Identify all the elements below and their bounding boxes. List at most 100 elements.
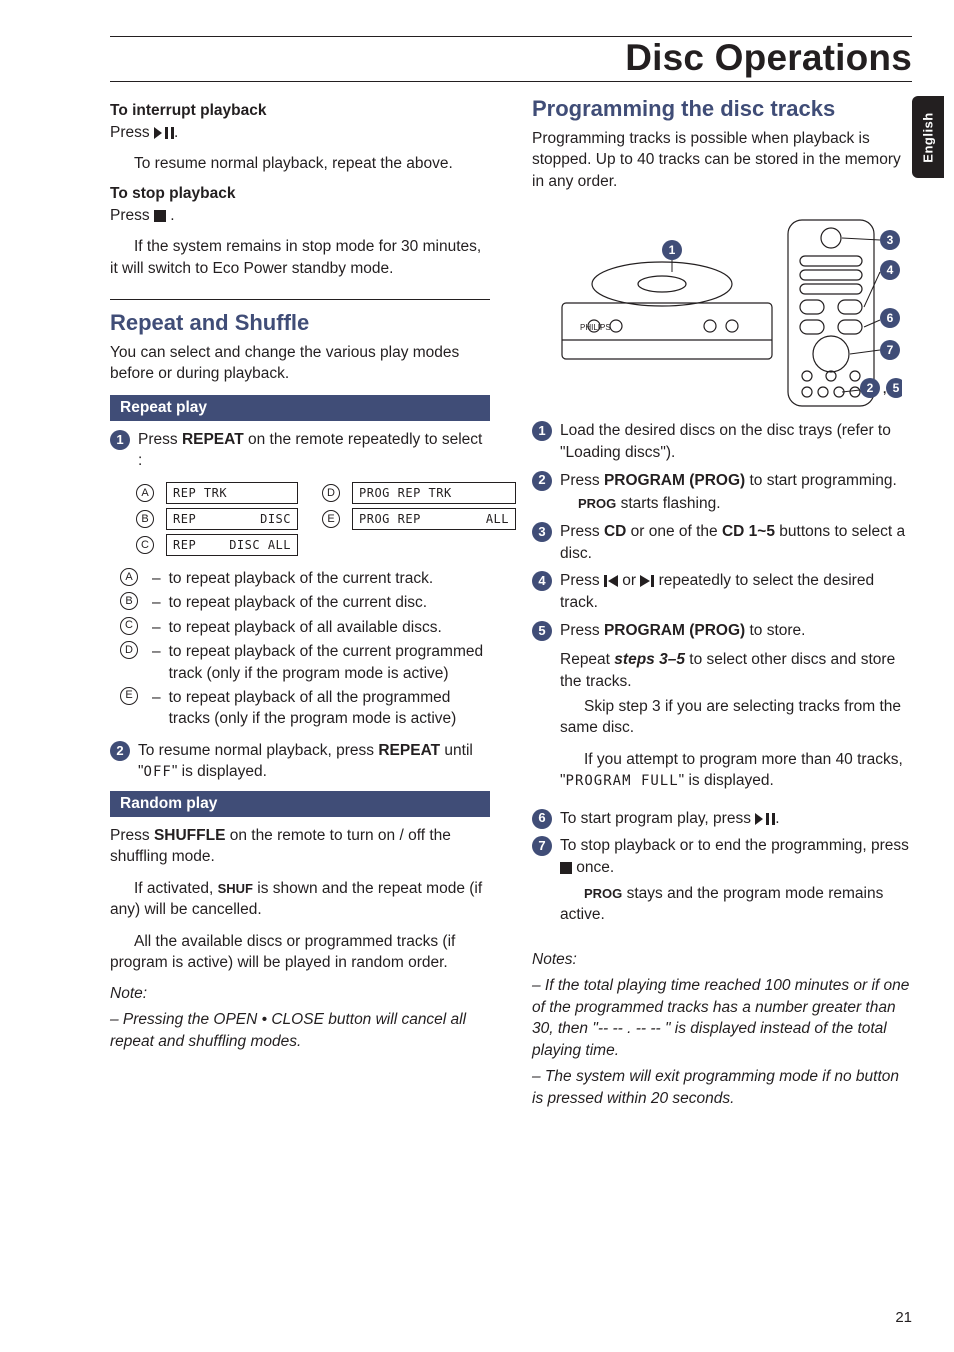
programming-heading: Programming the disc tracks bbox=[532, 96, 912, 122]
s6-a: To start program play, press bbox=[560, 810, 755, 827]
s5-a: Press bbox=[560, 622, 604, 639]
rs-intro: You can select and change the various pl… bbox=[110, 342, 490, 385]
stop-press: Press . bbox=[110, 205, 490, 226]
random-p1-a: Press bbox=[110, 827, 154, 844]
svg-text:4: 4 bbox=[887, 263, 894, 277]
columns: To interrupt playback Press . To resume … bbox=[110, 96, 912, 1113]
left-note-heading: Note: bbox=[110, 983, 490, 1005]
right-notes-heading: Notes: bbox=[532, 949, 912, 971]
title-underline bbox=[110, 81, 912, 82]
repeat-step-1: 1 Press REPEAT on the remote repeatedly … bbox=[110, 429, 490, 472]
opt-A-letter: A bbox=[136, 484, 154, 502]
s5-c: to store. bbox=[745, 622, 805, 639]
disp-C-box: REPDISC ALL bbox=[166, 534, 298, 556]
svg-text:PHILIPS: PHILIPS bbox=[580, 323, 611, 332]
random-p3-text: All the available discs or programmed tr… bbox=[110, 931, 490, 974]
svg-text:,: , bbox=[883, 382, 886, 396]
s4-a: Press bbox=[560, 572, 604, 589]
step-bullet-5r: 5 bbox=[532, 621, 552, 641]
s7-sub-sc: PROG bbox=[584, 886, 622, 901]
interrupt-p2: To resume normal playback, repeat the ab… bbox=[110, 153, 490, 174]
next-icon bbox=[640, 575, 654, 587]
s2-a: Press bbox=[560, 472, 604, 489]
display-col-right: DPROG REP TRK EPROG REPALL bbox=[322, 482, 516, 556]
prog-step4-body: Press or repeatedly to select the desire… bbox=[560, 570, 912, 613]
opt-B-letter: B bbox=[136, 510, 154, 528]
prog-step-3: 3 Press CD or one of the CD 1~5 buttons … bbox=[532, 521, 912, 564]
display-col-left: AREP TRK BREPDISC CREPDISC ALL bbox=[136, 482, 298, 556]
opt-C-text: to repeat playback of all available disc… bbox=[169, 617, 490, 638]
random-p2-sc: SHUF bbox=[218, 881, 253, 896]
random-p1-b: SHUFFLE bbox=[154, 827, 225, 844]
interrupt-heading: To interrupt playback bbox=[110, 102, 490, 120]
disp-C: C REPDISC ALL bbox=[136, 534, 298, 556]
disp-B: B REPDISC bbox=[136, 508, 298, 530]
prog-step7-body: To stop playback or to end the programmi… bbox=[560, 835, 912, 935]
stop-p2-text: If the system remains in stop mode for 3… bbox=[110, 236, 490, 279]
opt-D: D–to repeat playback of the current prog… bbox=[120, 641, 490, 684]
step-bullet-1: 1 bbox=[110, 430, 130, 450]
repeat-step-2-list: 2 To resume normal playback, press REPEA… bbox=[110, 740, 490, 783]
opt-E-mark: E bbox=[120, 687, 138, 705]
s7-b: once. bbox=[572, 859, 614, 876]
repeat-step2-a: To resume normal playback, press bbox=[138, 742, 378, 759]
stop-press-pre: Press bbox=[110, 207, 154, 224]
prog-step-2: 2 Press PROGRAM (PROG) to start programm… bbox=[532, 470, 912, 515]
interrupt-press-pre: Press bbox=[110, 124, 154, 141]
repeat-step1-body: Press REPEAT on the remote repeatedly to… bbox=[138, 429, 490, 472]
opt-B-text: to repeat playback of the current disc. bbox=[169, 592, 490, 613]
disp-E-l: PROG REP bbox=[359, 512, 421, 526]
step-bullet-2r: 2 bbox=[532, 471, 552, 491]
disp-E: EPROG REPALL bbox=[322, 508, 516, 530]
s2-c: to start programming. bbox=[745, 472, 897, 489]
random-play-bar: Random play bbox=[110, 791, 490, 817]
prog-step5-body: Press PROGRAM (PROG) to store. Repeat st… bbox=[560, 620, 912, 802]
repeat-shuffle-heading: Repeat and Shuffle bbox=[110, 310, 490, 336]
s2-sub-sc: PROG bbox=[578, 496, 616, 511]
repeat-step1-b: REPEAT bbox=[182, 431, 244, 448]
svg-text:3: 3 bbox=[887, 233, 894, 247]
opt-C: C–to repeat playback of all available di… bbox=[120, 617, 490, 638]
stop-press-tail: . bbox=[166, 207, 175, 224]
s3-c: or one of the bbox=[626, 523, 722, 540]
s7-a: To stop playback or to end the programmi… bbox=[560, 837, 909, 854]
prog-step-7: 7 To stop playback or to end the program… bbox=[532, 835, 912, 935]
stop-heading: To stop playback bbox=[110, 185, 490, 203]
programming-intro: Programming tracks is possible when play… bbox=[532, 128, 912, 192]
step-bullet-3r: 3 bbox=[532, 522, 552, 542]
left-column: To interrupt playback Press . To resume … bbox=[110, 96, 490, 1113]
opt-E-text: to repeat playback of all the programmed… bbox=[169, 687, 490, 730]
play-pause-icon-2 bbox=[755, 813, 775, 825]
disp-B-box: REPDISC bbox=[166, 508, 298, 530]
svg-text:7: 7 bbox=[887, 343, 894, 357]
step-bullet-1r: 1 bbox=[532, 421, 552, 441]
random-p2: If activated, SHUF is shown and the repe… bbox=[110, 878, 490, 921]
interrupt-press: Press . bbox=[110, 122, 490, 143]
opt-C-letter: C bbox=[136, 536, 154, 554]
display-modes: AREP TRK BREPDISC CREPDISC ALL DPROG REP… bbox=[136, 482, 490, 556]
language-tab: English bbox=[912, 96, 944, 178]
s5-p2-b: steps 3–5 bbox=[614, 651, 685, 668]
random-p2-wrap: If activated, SHUF is shown and the repe… bbox=[110, 878, 490, 921]
s5-p4-wrap: If you attempt to program more than 40 t… bbox=[560, 749, 912, 792]
language-label: English bbox=[921, 112, 936, 162]
stop-icon-2 bbox=[560, 862, 572, 874]
svg-text:6: 6 bbox=[887, 311, 894, 325]
s3-d: CD 1~5 bbox=[722, 523, 775, 540]
s6-b: . bbox=[775, 810, 779, 827]
svg-text:5: 5 bbox=[893, 381, 900, 395]
s5-p2-a: Repeat bbox=[560, 651, 614, 668]
prog-step-6: 6 To start program play, press . bbox=[532, 808, 912, 830]
svg-text:1: 1 bbox=[669, 243, 676, 257]
right-note-1: – If the total playing time reached 100 … bbox=[532, 975, 912, 1062]
repeat-step2-seg: OFF bbox=[144, 764, 172, 780]
interrupt-press-tail: . bbox=[174, 124, 178, 141]
opt-C-mark: C bbox=[120, 617, 138, 635]
s5-p4-b: " is displayed. bbox=[679, 772, 774, 789]
opt-D-mark: D bbox=[120, 641, 138, 659]
title-row: Disc Operations bbox=[110, 31, 912, 81]
disp-E-r: ALL bbox=[486, 512, 509, 526]
repeat-option-list: A–to repeat playback of the current trac… bbox=[120, 568, 490, 730]
repeat-step2-b: REPEAT bbox=[378, 742, 440, 759]
s3-b: CD bbox=[604, 523, 626, 540]
